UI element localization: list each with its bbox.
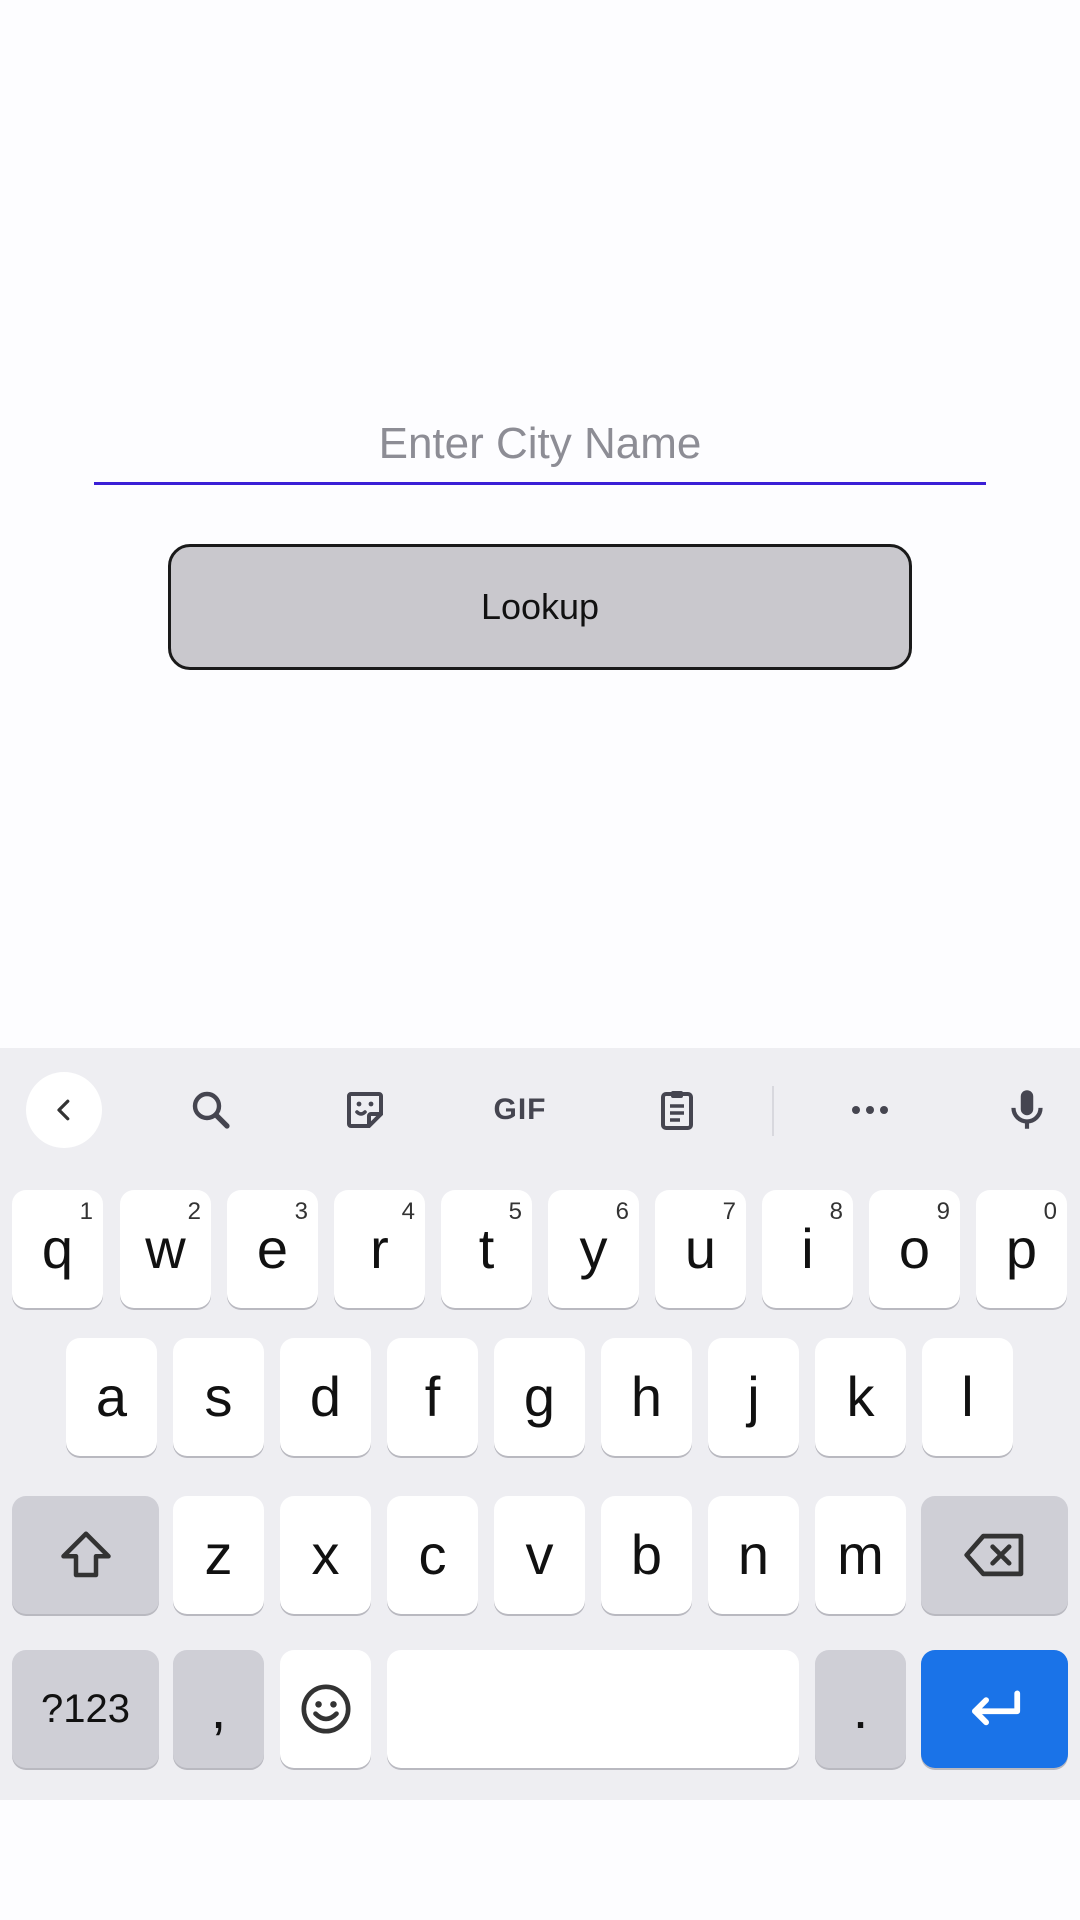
key-a[interactable]: a [66,1338,157,1456]
key-label: n [737,1523,770,1586]
key-label: e [256,1217,289,1280]
key-t[interactable]: t5 [441,1190,532,1308]
keyboard-toolbar: GIF [0,1048,1080,1168]
key-label: x [311,1523,340,1586]
gif-label: GIF [493,1093,547,1126]
key-label: a [95,1365,128,1428]
key-hint: 6 [615,1198,629,1225]
city-input[interactable] [94,405,986,485]
key-o[interactable]: o9 [869,1190,960,1308]
period-label: . [852,1677,869,1740]
key-hint: 0 [1043,1198,1057,1225]
comma-label: , [210,1677,227,1740]
period-key[interactable]: . [815,1650,906,1768]
key-g[interactable]: g [494,1338,585,1456]
toolbar-divider [772,1086,774,1136]
key-q[interactable]: q1 [12,1190,103,1308]
shift-key[interactable] [12,1496,159,1614]
key-label: j [747,1365,760,1428]
space-key[interactable] [387,1650,799,1768]
key-w[interactable]: w2 [120,1190,211,1308]
app-screen: Lookup [0,0,1080,1048]
backspace-key[interactable] [921,1496,1068,1614]
key-label: p [1005,1217,1038,1280]
mic-icon[interactable] [987,1070,1067,1150]
key-v[interactable]: v [494,1496,585,1614]
key-label: s [204,1365,233,1428]
enter-key[interactable] [921,1650,1068,1768]
key-d[interactable]: d [280,1338,371,1456]
key-s[interactable]: s [173,1338,264,1456]
key-label: v [525,1523,554,1586]
key-label: u [684,1217,717,1280]
key-u[interactable]: u7 [655,1190,746,1308]
key-m[interactable]: m [815,1496,906,1614]
symbols-key[interactable]: ?123 [12,1650,159,1768]
soft-keyboard: GIF q1 w2 e3 r4 t5 y6 u7 i8 o9 p0 a s d … [0,1048,1080,1800]
key-x[interactable]: x [280,1496,371,1614]
key-label: t [478,1217,495,1280]
backspace-icon [963,1533,1023,1577]
key-l[interactable]: l [922,1338,1013,1456]
enter-icon [971,1690,1020,1726]
emoji-icon [301,1684,350,1734]
bottom-area [0,1800,1080,1920]
search-icon[interactable] [171,1070,251,1150]
key-hint: 2 [187,1198,201,1225]
key-label: c [418,1523,447,1586]
clipboard-icon[interactable] [637,1070,717,1150]
comma-key[interactable]: , [173,1650,264,1768]
key-h[interactable]: h [601,1338,692,1456]
key-label: y [579,1217,608,1280]
key-k[interactable]: k [815,1338,906,1456]
key-f[interactable]: f [387,1338,478,1456]
chevron-left-icon[interactable] [26,1072,102,1148]
key-hint: 3 [294,1198,308,1225]
key-n[interactable]: n [708,1496,799,1614]
key-r[interactable]: r4 [334,1190,425,1308]
key-label: g [523,1365,556,1428]
key-label: i [801,1217,814,1280]
key-hint: 4 [401,1198,415,1225]
emoji-key[interactable] [280,1650,371,1768]
sticker-icon[interactable] [325,1070,405,1150]
key-label: o [898,1217,931,1280]
key-z[interactable]: z [173,1496,264,1614]
key-hint: 1 [79,1198,93,1225]
city-input-container [94,405,986,485]
key-hint: 7 [722,1198,736,1225]
gif-icon[interactable]: GIF [480,1070,560,1150]
key-hint: 9 [936,1198,950,1225]
key-i[interactable]: i8 [762,1190,853,1308]
shift-icon [60,1531,111,1578]
more-icon[interactable] [830,1070,910,1150]
key-label: r [370,1217,389,1280]
key-b[interactable]: b [601,1496,692,1614]
symbols-label: ?123 [41,1687,130,1731]
key-label: f [424,1365,441,1428]
key-label: b [630,1523,663,1586]
key-p[interactable]: p0 [976,1190,1067,1308]
key-label: z [204,1523,233,1586]
key-hint: 8 [829,1198,843,1225]
key-j[interactable]: j [708,1338,799,1456]
lookup-button[interactable]: Lookup [168,544,912,670]
key-hint: 5 [508,1198,522,1225]
key-c[interactable]: c [387,1496,478,1614]
key-label: k [846,1365,875,1428]
key-label: m [837,1523,884,1586]
key-label: l [961,1365,974,1428]
key-e[interactable]: e3 [227,1190,318,1308]
key-label: h [630,1365,663,1428]
key-label: w [145,1217,186,1280]
key-label: d [309,1365,342,1428]
key-y[interactable]: y6 [548,1190,639,1308]
key-label: q [41,1217,74,1280]
